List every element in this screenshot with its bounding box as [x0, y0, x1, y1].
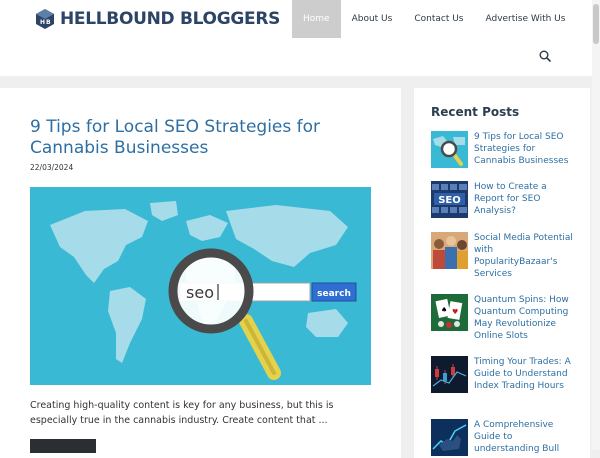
post-title[interactable]: 9 Tips for Local SEO Strategies for Cann… — [30, 117, 370, 159]
nav-about-us[interactable]: About Us — [341, 0, 404, 38]
page-scrollbar[interactable] — [592, 0, 600, 450]
nav-contact-us[interactable]: Contact Us — [403, 0, 474, 38]
image-search-button-label: search — [317, 289, 351, 299]
people-crowd-thumb-icon — [431, 232, 468, 269]
seo-keyboard-thumb-icon: SEO — [431, 181, 468, 218]
nav-home[interactable]: Home — [292, 0, 341, 38]
site-logo[interactable]: H B HELLBOUND BLOGGERS — [34, 8, 280, 30]
post-excerpt: Creating high-quality content is key for… — [30, 400, 334, 426]
post-date: 22/03/2024 — [30, 163, 74, 172]
recent-post-title[interactable]: Social Media Potential with PopularityBa… — [474, 232, 579, 280]
svg-text:B: B — [46, 19, 51, 26]
site-header: H B HELLBOUND BLOGGERS Home About Us Con… — [0, 0, 600, 76]
recent-post-title[interactable]: 9 Tips for Local SEO Strategies for Cann… — [474, 131, 579, 167]
bull-market-thumb-icon — [431, 419, 468, 456]
world-map-seo-illustration: search seo — [30, 187, 371, 385]
recent-post-title[interactable]: Quantum Spins: How Quantum Computing May… — [474, 294, 579, 342]
map-magnifier-thumb-icon — [431, 131, 468, 168]
main-nav: Home About Us Contact Us Advertise With … — [292, 0, 576, 38]
recent-posts-title: Recent Posts — [431, 105, 520, 119]
recent-post-title[interactable]: How to Create a Report for SEO Analysis? — [474, 181, 579, 217]
recent-post-title[interactable]: Timing Your Trades: A Guide to Understan… — [474, 356, 579, 392]
read-more-button[interactable] — [30, 439, 96, 453]
nav-advertise[interactable]: Advertise With Us — [474, 0, 576, 38]
casino-cards-thumb-icon: ♠ ♥ — [431, 294, 468, 331]
svg-text:SEO: SEO — [438, 195, 461, 206]
trading-chart-thumb-icon — [431, 356, 468, 393]
search-icon[interactable] — [538, 49, 552, 63]
image-search-text: seo — [186, 283, 214, 302]
featured-image[interactable]: search seo — [30, 187, 371, 385]
svg-text:♠: ♠ — [441, 306, 447, 314]
scrollbar-thumb[interactable] — [593, 4, 599, 44]
site-name: HELLBOUND BLOGGERS — [60, 9, 281, 29]
svg-text:H: H — [40, 19, 45, 26]
svg-text:♥: ♥ — [452, 308, 458, 316]
hb-cube-logo-icon: H B — [36, 9, 54, 29]
